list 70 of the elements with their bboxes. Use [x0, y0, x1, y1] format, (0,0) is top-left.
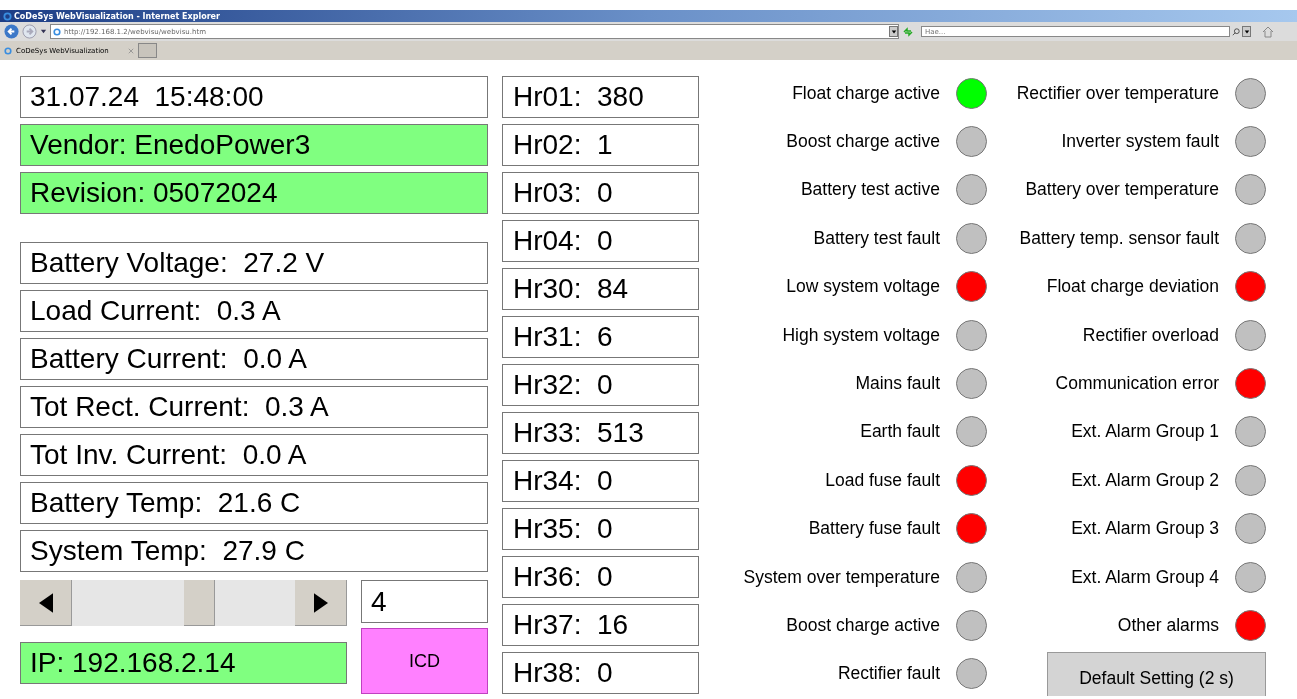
back-icon[interactable] — [4, 24, 19, 39]
register-box: Hr30: 84 — [502, 268, 699, 310]
register-box: Hr32: 0 — [502, 364, 699, 406]
indicator-label: Ext. Alarm Group 4 — [1071, 566, 1219, 588]
measurement-box: Tot Inv. Current: 0.0 A — [20, 434, 488, 476]
browser-logo-icon — [3, 11, 12, 21]
measurement-box: Tot Rect. Current: 0.3 A — [20, 386, 488, 428]
indicator-label: Ext. Alarm Group 3 — [1071, 518, 1219, 540]
info-box: Revision: 05072024 — [20, 172, 488, 214]
indicator-label: Float charge active — [792, 82, 940, 104]
left-arrow-button[interactable] — [20, 580, 72, 626]
register-box: Hr36: 0 — [502, 556, 699, 598]
slider-thumb[interactable] — [183, 580, 215, 626]
indicator-label: Float charge deviation — [1046, 276, 1219, 298]
indicator-label: High system voltage — [782, 324, 940, 346]
indicator-label: Mains fault — [855, 373, 940, 395]
right-arrow-button[interactable] — [295, 580, 347, 626]
window-title: CoDeSys WebVisualization - Internet Explorer — [14, 11, 220, 21]
left-triangle-icon — [38, 592, 53, 613]
register-box: Hr02: 1 — [502, 124, 699, 166]
measurement-box: Battery Current: 0.0 A — [20, 338, 488, 380]
indicator-label: Load fuse fault — [825, 469, 940, 491]
dropdown-button[interactable] — [889, 26, 898, 37]
slider-value-box: 4 — [361, 580, 488, 623]
measurement-box: Load Current: 0.3 A — [20, 290, 488, 332]
indicator-label: Other alarms — [1117, 615, 1219, 636]
register-box: Hr04: 0 — [502, 220, 699, 262]
indicator-label: Ext. Alarm Group 1 — [1071, 421, 1219, 443]
indicator-label: Battery test fault — [813, 227, 940, 249]
register-box: Hr35: 0 — [502, 508, 699, 550]
indicator-label: Boost charge active — [786, 615, 940, 636]
page-icon — [53, 27, 61, 36]
indicator-label: Battery test active — [800, 179, 940, 201]
register-box: Hr31: 6 — [502, 316, 699, 358]
indicator-label: Boost charge active — [786, 131, 940, 153]
indicator-label: Battery fuse fault — [808, 518, 940, 540]
dropdown-button[interactable] — [1242, 26, 1251, 37]
caret-icon — [890, 28, 897, 35]
caret-icon — [1243, 28, 1250, 35]
page-icon — [4, 46, 12, 55]
indicator-label: Rectifier over temperature — [1016, 82, 1219, 104]
indicator-label: Low system voltage — [786, 276, 940, 298]
icd-button[interactable]: ICD — [361, 628, 488, 694]
register-box: Hr37: 16 — [502, 604, 699, 646]
indicator-label: Battery temp. sensor fault — [1019, 227, 1219, 249]
default-setting-button[interactable]: Default Setting (2 s) — [1047, 651, 1266, 696]
register-box: Hr01: 380 — [502, 76, 699, 118]
indicator-label: Communication error — [1055, 373, 1219, 395]
indicator-label: Battery over temperature — [1025, 179, 1219, 201]
info-box: Vendor: EnedoPower3 — [20, 124, 488, 166]
indicator-label: Ext. Alarm Group 2 — [1071, 469, 1219, 491]
register-box: Hr33: 513 — [502, 412, 699, 454]
dropdown-arrow-icon[interactable] — [40, 28, 47, 35]
measurement-box: System Temp: 27.9 C — [20, 530, 488, 572]
register-box: Hr38: 0 — [502, 652, 699, 694]
indicator-label: Inverter system fault — [1061, 131, 1219, 153]
indicator-label: Rectifier fault — [837, 663, 940, 685]
indicator-label: System over temperature — [743, 566, 940, 588]
measurement-box: Battery Voltage: 27.2 V — [20, 242, 488, 284]
ip-address-box: IP: 192.168.2.14 — [20, 642, 347, 684]
register-box: Hr03: 0 — [502, 172, 699, 214]
register-box: Hr34: 0 — [502, 460, 699, 502]
indicator-label: Earth fault — [860, 421, 940, 443]
measurement-box: Battery Temp: 21.6 C — [20, 482, 488, 524]
right-triangle-icon — [313, 592, 328, 613]
indicator-label: Rectifier overload — [1082, 324, 1219, 346]
search-icon[interactable] — [1232, 27, 1240, 36]
info-box: 31.07.24 15:48:00 — [20, 76, 488, 118]
home-icon[interactable] — [1262, 25, 1274, 38]
scrollbar-slider[interactable] — [20, 580, 347, 626]
